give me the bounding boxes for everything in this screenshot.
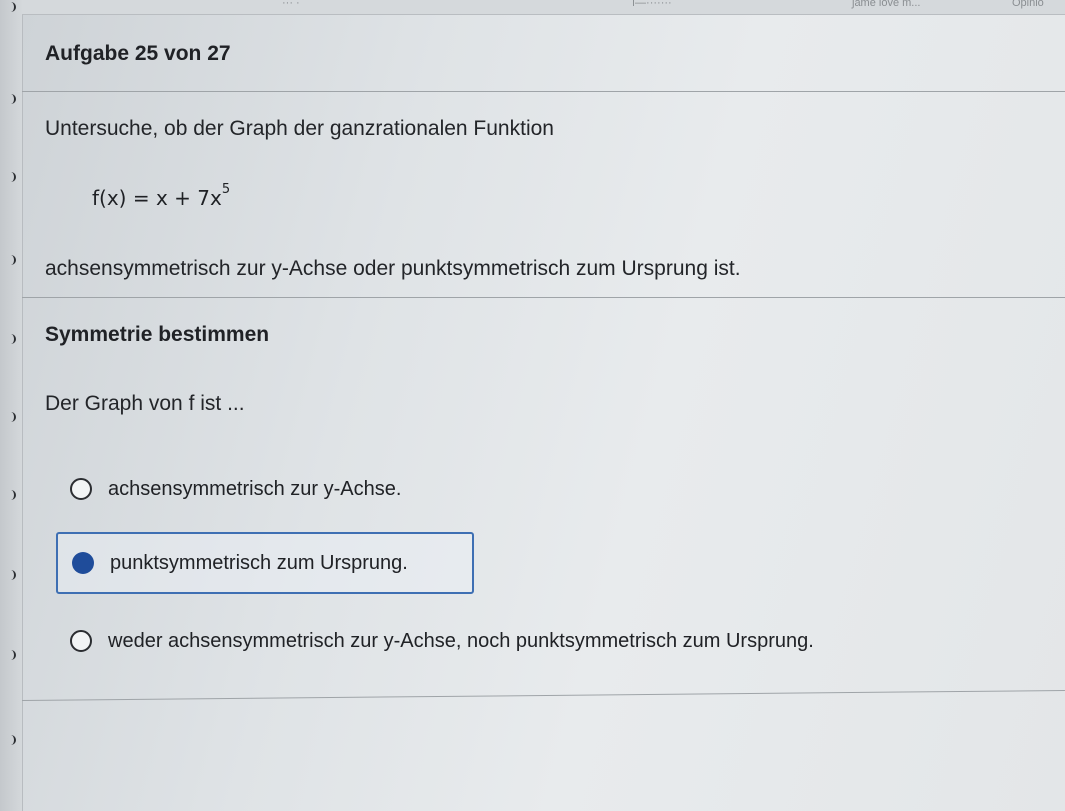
radio-checked-icon[interactable] <box>72 552 94 574</box>
radio-unchecked-icon[interactable] <box>70 478 92 500</box>
section-divider <box>22 297 1065 298</box>
topbar-fragment: ʃame love m... <box>852 0 921 9</box>
gutter-mark <box>4 94 16 104</box>
gutter-mark <box>4 735 16 745</box>
function-formula: f(x) = x + 7x5 <box>92 182 230 210</box>
task-header: Aufgabe 25 von 27 <box>22 14 1065 90</box>
formula-exponent: 5 <box>221 182 231 198</box>
gutter-mark <box>4 570 16 580</box>
gutter-mark <box>4 2 16 12</box>
option-label: weder achsensymmetrisch zur y-Achse, noc… <box>108 629 814 652</box>
header-divider <box>22 91 1065 92</box>
topbar-fragment: Opinio <box>1012 0 1044 9</box>
formula-base: f(x) = x + 7x <box>92 186 222 210</box>
option-label: achsensymmetrisch zur y-Achse. <box>108 477 402 500</box>
gutter-mark <box>4 255 16 265</box>
gutter-mark <box>4 650 16 660</box>
radio-unchecked-icon[interactable] <box>70 630 92 652</box>
question-prompt: achsensymmetrisch zur y-Achse oder punkt… <box>45 257 741 280</box>
gutter-mark <box>4 172 16 182</box>
option-point-symmetric[interactable]: punktsymmetrisch zum Ursprung. <box>56 532 474 594</box>
task-counter: Aufgabe 25 von 27 <box>45 42 231 65</box>
section-title: Symmetrie bestimmen <box>45 323 270 346</box>
footer-divider <box>21 689 1065 701</box>
gutter-mark <box>4 412 16 422</box>
gutter-mark <box>4 334 16 344</box>
gutter-mark <box>4 490 16 500</box>
option-neither[interactable]: weder achsensymmetrisch zur y-Achse, noc… <box>56 610 956 672</box>
topbar-fragment: ı—······· <box>632 0 672 9</box>
question-intro: Untersuche, ob der Graph der ganzrationa… <box>45 117 554 140</box>
topbar-fragment: ··· · <box>282 0 300 9</box>
left-gutter <box>0 0 23 811</box>
option-label: punktsymmetrisch zum Ursprung. <box>110 551 408 574</box>
section-lead: Der Graph von f ist ... <box>45 392 245 415</box>
top-status-bar: ··· · ı—······· ʃame love m... Opinio <box>22 0 1065 15</box>
option-axis-symmetric[interactable]: achsensymmetrisch zur y-Achse. <box>56 458 476 520</box>
